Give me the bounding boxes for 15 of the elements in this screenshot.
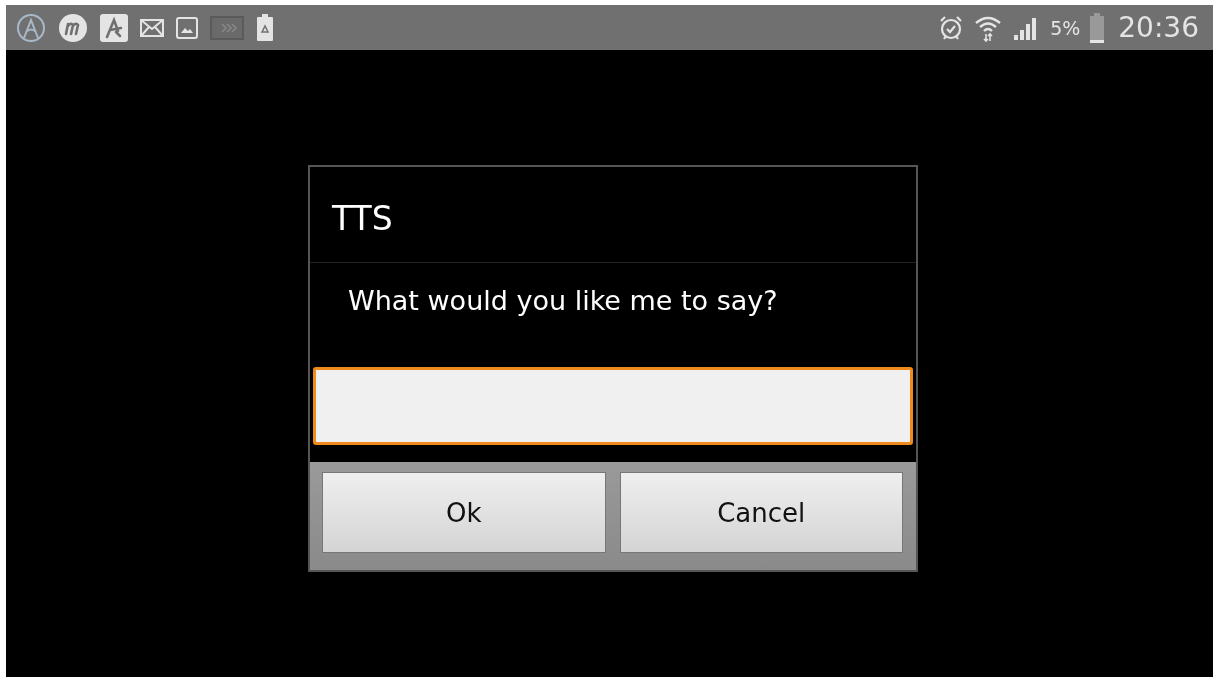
clock-time: 20:36 xyxy=(1118,11,1199,44)
window-arrows-icon xyxy=(210,15,244,40)
dialog-button[interactable]: Ok xyxy=(322,472,606,553)
dialog-title: TTS xyxy=(310,167,916,263)
dialog-message: What would you like me to say? xyxy=(347,284,779,318)
m-badge-icon xyxy=(58,12,88,43)
compass-logo-icon xyxy=(16,12,46,43)
image-icon xyxy=(176,16,198,39)
battery-icon xyxy=(1090,12,1105,43)
battery-recycle-icon xyxy=(256,13,274,42)
battery-percent: 5% xyxy=(1050,16,1081,39)
text-input-field[interactable] xyxy=(313,367,913,445)
letter-a-icon xyxy=(100,13,128,42)
mail-icon xyxy=(140,18,164,37)
dialog-button[interactable]: Cancel xyxy=(619,472,903,553)
